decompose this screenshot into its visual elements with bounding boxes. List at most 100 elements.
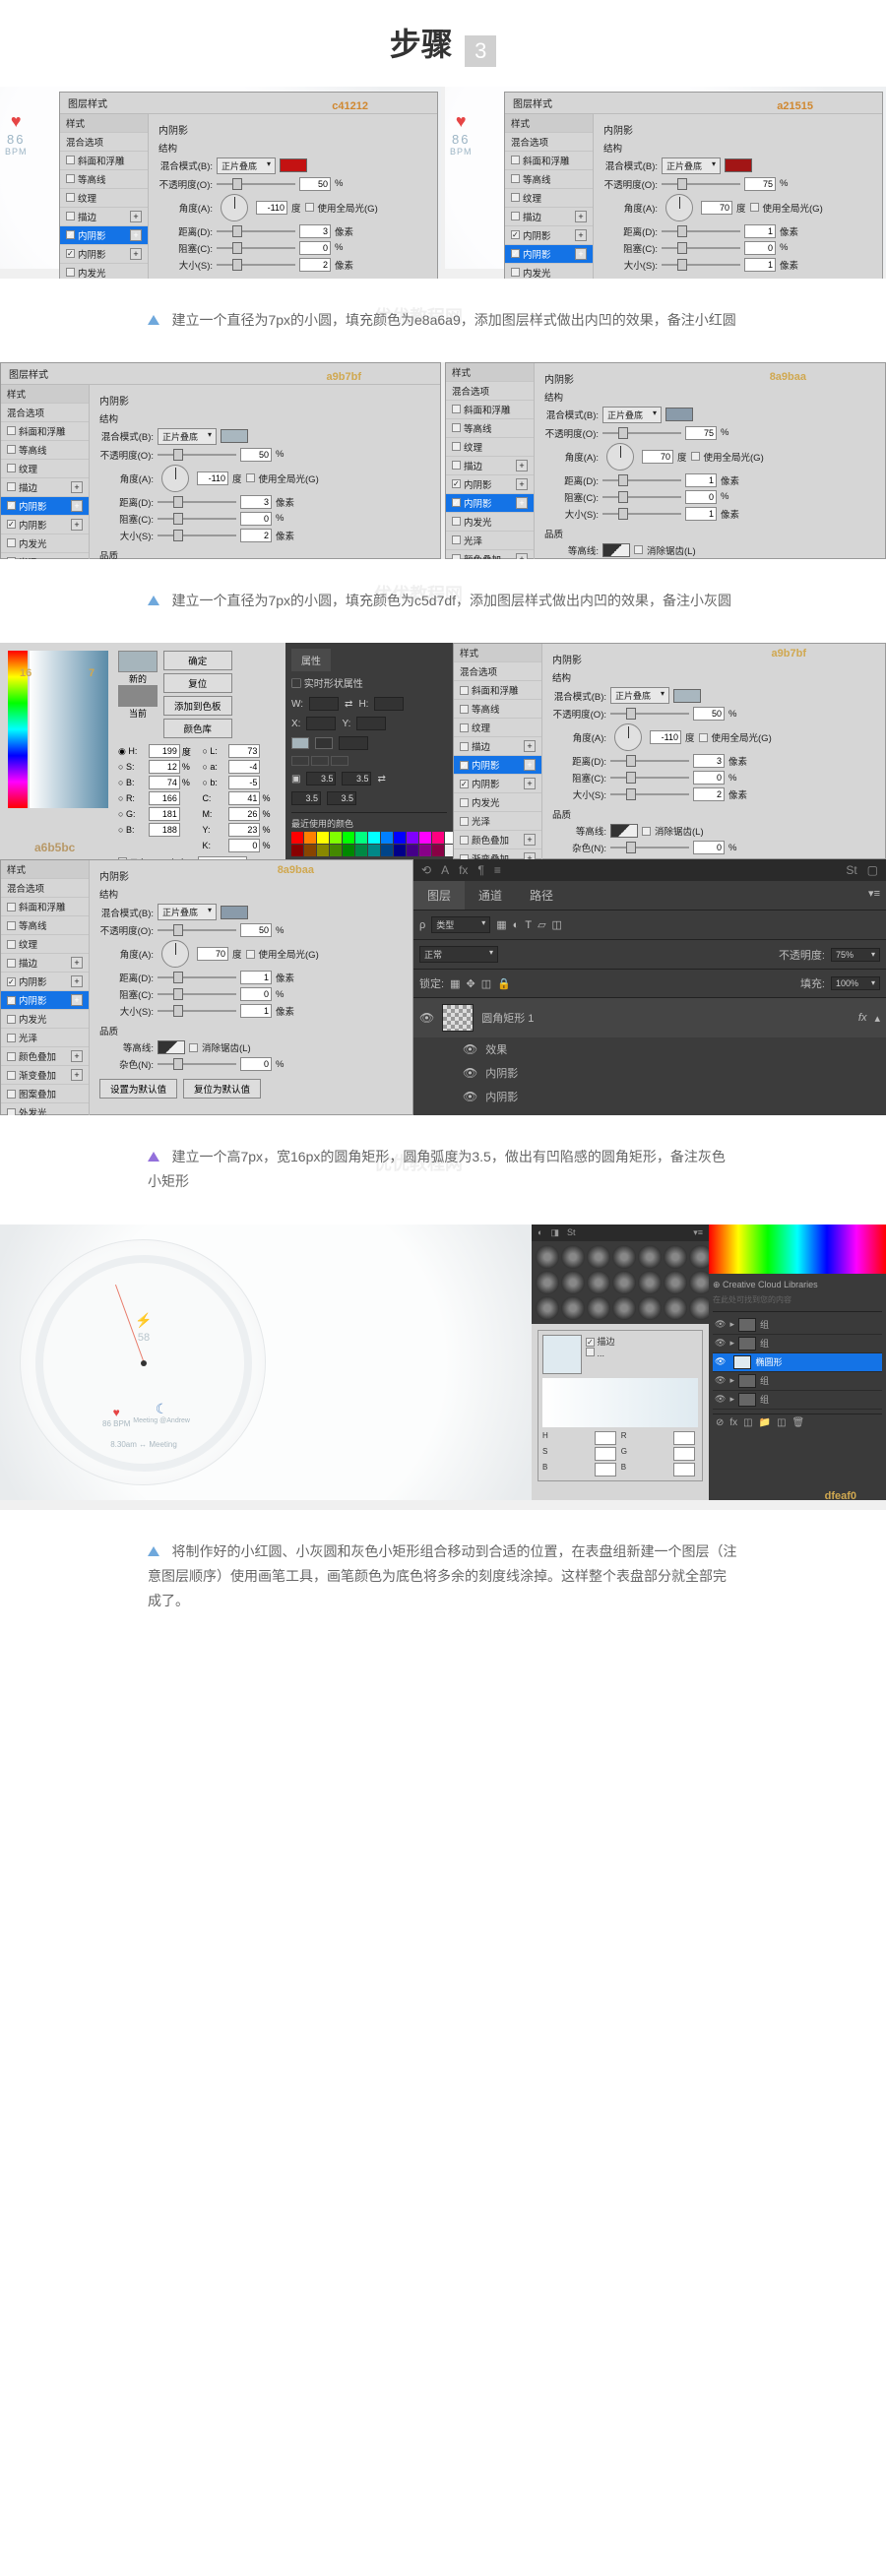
add-icon[interactable]: + [130, 248, 142, 260]
distance-input[interactable] [299, 224, 331, 238]
style-inner-shadow-2[interactable]: 内阴影+ [505, 245, 593, 264]
menu-icon[interactable]: ▾≡ [862, 881, 886, 910]
mask-icon[interactable]: ◫ [743, 1417, 752, 1428]
paths-tab[interactable]: 路径 [516, 881, 567, 910]
paragraph-icon[interactable]: ¶ [477, 863, 483, 877]
angle-dial[interactable] [221, 194, 248, 221]
filter-adjust-icon[interactable]: ◐ [513, 919, 520, 931]
fx-icon[interactable]: fx [459, 863, 468, 877]
opacity-slider[interactable] [217, 183, 295, 185]
folder-icon[interactable]: 📁 [759, 1417, 771, 1428]
opacity-input[interactable] [299, 177, 331, 191]
style-inner-glow[interactable]: 内阴影+ [60, 245, 148, 264]
height-input[interactable] [374, 697, 404, 711]
style-inner-shadow[interactable]: 内阴影+ [60, 226, 148, 245]
watermark: 优优教程网 [374, 303, 463, 329]
eye-icon[interactable]: 👁 [463, 1090, 477, 1103]
lock-artboard-icon[interactable]: ◫ [481, 977, 491, 990]
lock-position-icon[interactable]: ✥ [466, 977, 475, 990]
clock-bottom-text: 8.30am ↔ Meeting [110, 1440, 177, 1449]
style-texture[interactable]: 纹理 [505, 189, 593, 208]
style-inner-glow[interactable]: 内发光 [505, 264, 593, 279]
style-texture[interactable]: 纹理 [60, 189, 148, 208]
cancel-button[interactable]: 复位 [163, 673, 232, 693]
kind-dropdown[interactable]: 类型 [431, 916, 490, 933]
swatch-grid[interactable] [291, 832, 447, 856]
style-contour[interactable]: 等高线 [505, 170, 593, 189]
filter-image-icon[interactable]: ▦ [496, 918, 506, 931]
style-stroke[interactable]: 描边+ [505, 208, 593, 226]
ok-button[interactable]: 确定 [163, 651, 232, 670]
color-swatch[interactable] [280, 158, 307, 172]
bolt-icon: ⚡ [135, 1312, 152, 1329]
history-icon[interactable]: ⟲ [421, 863, 431, 877]
color-swatch[interactable] [725, 158, 752, 172]
inner-shadow-effect[interactable]: 👁内阴影 [413, 1061, 886, 1085]
filter-smart-icon[interactable]: ◫ [552, 918, 562, 931]
blend-options-item[interactable]: 混合选项 [505, 133, 593, 152]
blend-options-item[interactable]: 混合选项 [60, 133, 148, 152]
styles-header[interactable]: 样式 [60, 114, 148, 133]
gradient-preview[interactable] [542, 1378, 698, 1427]
mini-layer[interactable]: 👁▸组 [713, 1391, 882, 1410]
fill-swatch[interactable] [542, 1335, 582, 1374]
width-input[interactable] [309, 697, 339, 711]
fx-icon[interactable]: fx [729, 1417, 737, 1428]
style-bevel[interactable]: 斜面和浮雕 [60, 152, 148, 170]
heart-icon: ♥ [450, 111, 473, 132]
effects-row[interactable]: 👁效果 [413, 1037, 886, 1061]
choke-input[interactable] [299, 241, 331, 255]
mini-layer[interactable]: 👁▸组 [713, 1372, 882, 1391]
blend-mode-dropdown[interactable]: 正片叠底 [217, 157, 276, 174]
mini-layer[interactable]: 👁▸组 [713, 1335, 882, 1353]
lock-all-icon[interactable]: 🔒 [497, 977, 511, 990]
color-spectrum[interactable] [709, 1225, 886, 1274]
fill-dropdown[interactable]: 100% [831, 976, 880, 990]
new-layer-icon[interactable]: ◫ [777, 1417, 786, 1428]
style-stroke[interactable]: 描边+ [60, 208, 148, 226]
eye-icon[interactable]: 👁 [463, 1066, 477, 1080]
layer-item[interactable]: 👁 圆角矩形 1 fx▴ [413, 998, 886, 1037]
lock-image-icon[interactable]: ▦ [450, 977, 460, 990]
eye-icon[interactable]: 👁 [463, 1042, 477, 1056]
styles-header[interactable]: 样式 [505, 114, 593, 133]
clock-moon: ☾ Meeting @Andrew [133, 1401, 190, 1424]
step-number: 3 [465, 35, 496, 67]
choke-slider[interactable] [217, 247, 295, 249]
search-icon[interactable]: ρ [419, 919, 425, 931]
eye-icon[interactable]: 👁 [419, 1011, 434, 1025]
heart-display: ♥ 86 BPM [5, 111, 28, 157]
channels-tab[interactable]: 通道 [465, 881, 516, 910]
angle-input[interactable] [256, 201, 287, 215]
filter-text-icon[interactable]: T [525, 919, 532, 931]
filter-shape-icon[interactable]: ▱ [538, 918, 545, 931]
clock-preview: ⚡ 58 ♥ 86 BPM ☾ Meeting @Andrew 8.30am ↔… [0, 1225, 532, 1500]
text-icon[interactable]: A [441, 863, 449, 877]
inner-shadow-effect-2[interactable]: 👁内阴影 [413, 1085, 886, 1108]
trash-icon[interactable]: 🗑 [792, 1417, 805, 1428]
mini-layer-selected[interactable]: 👁椭圆形 [713, 1353, 882, 1372]
opacity-dropdown[interactable]: 75% [831, 948, 880, 962]
distance-slider[interactable] [217, 230, 295, 232]
properties-tab[interactable]: 属性 [291, 649, 331, 671]
style-contour[interactable]: 等高线 [60, 170, 148, 189]
add-icon[interactable]: + [130, 211, 142, 222]
color-lib-button[interactable]: 颜色库 [163, 719, 232, 738]
layers-tab[interactable]: 图层 [413, 881, 465, 910]
color-field[interactable] [30, 651, 108, 808]
blend-mode-dropdown[interactable]: 正常 [419, 946, 498, 963]
blend-mode-dropdown[interactable]: 正片叠底 [662, 157, 721, 174]
link-icon[interactable]: ⊘ [716, 1417, 724, 1428]
add-swatch-button[interactable]: 添加到色板 [163, 696, 232, 716]
style-inner-glow2[interactable]: 内发光 [60, 264, 148, 279]
size-slider[interactable] [217, 264, 295, 266]
add-icon[interactable]: + [130, 229, 142, 241]
mini-layer[interactable]: 👁▸组 [713, 1316, 882, 1335]
brush-grid[interactable] [532, 1241, 709, 1324]
size-input[interactable] [299, 258, 331, 272]
style-inner-shadow[interactable]: 内阴影+ [505, 226, 593, 245]
style-bevel[interactable]: 斜面和浮雕 [505, 152, 593, 170]
fx-badge[interactable]: fx [858, 1012, 867, 1024]
layer-thumbnail[interactable] [442, 1004, 474, 1032]
layer-name: 圆角矩形 1 [481, 1010, 534, 1026]
